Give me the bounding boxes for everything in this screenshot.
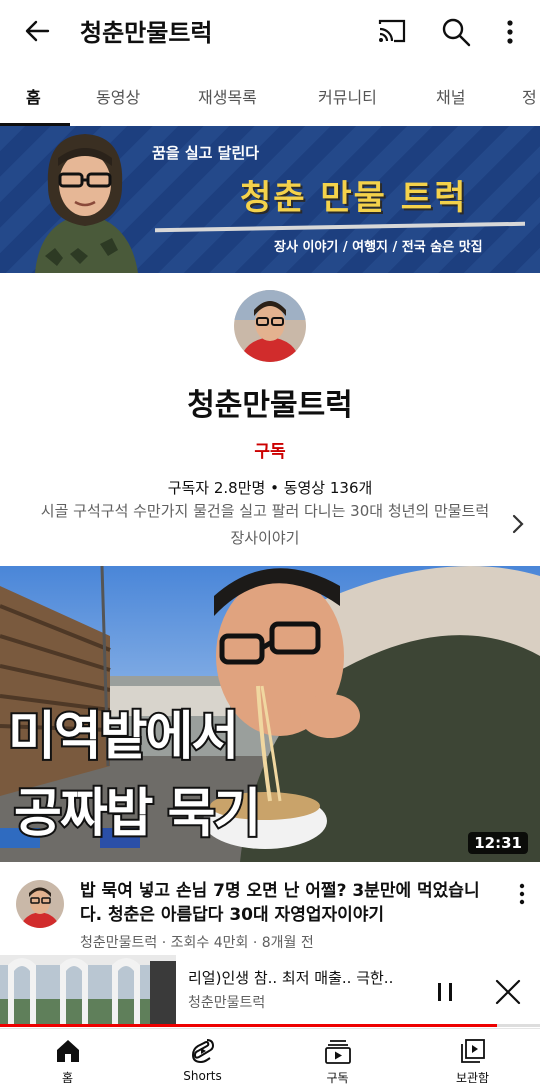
- tab-playlists[interactable]: 재생목록: [198, 84, 257, 108]
- miniplayer-progress-track: [0, 1024, 540, 1027]
- nav-library[interactable]: 보관함: [405, 1029, 540, 1090]
- pause-icon[interactable]: [430, 977, 460, 1007]
- nav-shorts-label: Shorts: [183, 1069, 222, 1083]
- thumbnail-caption-line1: 미역밭에서: [6, 705, 241, 769]
- cast-icon[interactable]: [376, 16, 408, 46]
- video-duration-badge: 12:31: [468, 832, 528, 854]
- miniplayer-channel: 청춘만물트럭: [188, 995, 266, 1011]
- tab-about-partial[interactable]: 정: [522, 84, 537, 108]
- tab-home[interactable]: 홈: [26, 84, 41, 108]
- tab-community[interactable]: 커뮤니티: [318, 84, 377, 108]
- miniplayer-progress-bar: [0, 1024, 497, 1027]
- more-vert-icon[interactable]: [496, 16, 524, 48]
- channel-description[interactable]: 시골 구석구석 수만가지 물건을 실고 팔러 다니는 30대 청년의 만물트럭 …: [40, 498, 490, 552]
- nav-home-label: 홈: [61, 1071, 74, 1085]
- nav-subscriptions-label: 구독: [326, 1071, 349, 1085]
- video-more-icon[interactable]: [512, 880, 532, 908]
- back-arrow-icon[interactable]: [22, 16, 52, 46]
- channel-stats: 구독자 2.8만명 • 동영상 136개: [167, 479, 373, 497]
- channel-avatar[interactable]: [234, 290, 306, 362]
- nav-shorts[interactable]: Shorts: [135, 1029, 270, 1090]
- video-metadata: 청춘만물트럭 · 조회수 4만회 · 8개월 전: [80, 935, 314, 951]
- banner-headline: 청춘 만물 트럭: [240, 178, 468, 218]
- subscriptions-icon: [325, 1040, 351, 1064]
- shorts-icon: [191, 1039, 215, 1064]
- chevron-right-icon[interactable]: [508, 512, 528, 536]
- video-thumbnail[interactable]: 미역밭에서 공짜밥 묵기 12:31: [0, 566, 540, 862]
- miniplayer-thumbnail[interactable]: [0, 955, 176, 1025]
- miniplayer[interactable]: 리얼)인생 참.. 최저 매출.. 극한.. 청춘만물트럭: [0, 955, 540, 1027]
- bottom-navigation: 홈 Shorts 구독 보관함: [0, 1028, 540, 1090]
- nav-subscriptions[interactable]: 구독: [270, 1029, 405, 1090]
- video-title[interactable]: 밥 묵여 넣고 손님 7명 오면 난 어쩔? 3분만에 먹었습니다. 청춘은 아…: [80, 879, 500, 927]
- library-icon: [461, 1039, 485, 1063]
- banner-person-image: [35, 134, 138, 273]
- subscribe-button[interactable]: 구독: [0, 437, 540, 462]
- nav-home[interactable]: 홈: [0, 1029, 135, 1090]
- channel-title: 청춘만물트럭: [80, 19, 213, 47]
- tab-videos[interactable]: 동영상: [96, 84, 140, 108]
- video-channel-avatar[interactable]: [16, 880, 64, 928]
- home-icon: [57, 1040, 79, 1062]
- search-icon[interactable]: [440, 16, 472, 48]
- tab-channels[interactable]: 채널: [436, 84, 465, 108]
- thumbnail-caption-line2: 공짜밥 묵기: [12, 782, 263, 846]
- banner-subline: 장사 이야기 / 여행지 / 전국 숨은 맛집: [274, 240, 483, 255]
- banner-tagline: 꿈을 실고 달린다: [152, 144, 260, 162]
- nav-library-label: 보관함: [455, 1071, 490, 1085]
- miniplayer-title[interactable]: 리얼)인생 참.. 최저 매출.. 극한..: [188, 967, 393, 988]
- channel-banner: 꿈을 실고 달린다 청춘 만물 트럭 장사 이야기 / 여행지 / 전국 숨은 …: [0, 126, 540, 273]
- channel-name: 청춘만물트럭: [187, 388, 353, 423]
- close-icon[interactable]: [493, 977, 523, 1007]
- channel-tabs: 홈 동영상 재생목록 커뮤니티 채널 정: [0, 64, 540, 127]
- top-app-bar: 청춘만물트럭: [0, 0, 540, 64]
